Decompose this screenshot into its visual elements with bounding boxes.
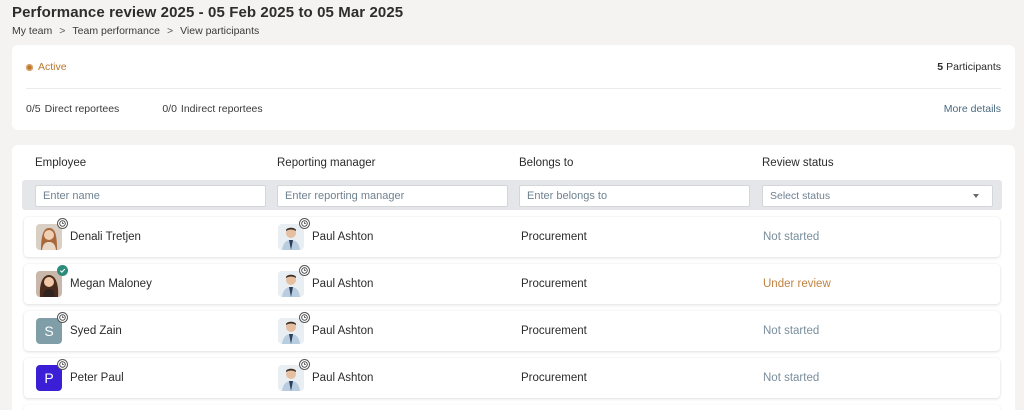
direct-reportees: 0/5 Direct reportees [26, 103, 119, 115]
clock-icon [57, 218, 68, 229]
participants-label: Participants [946, 61, 1001, 73]
avatar: P [36, 359, 68, 391]
indirect-reportees: 0/0 Indirect reportees [162, 103, 262, 115]
belongs-to-cell: Procurement [521, 231, 587, 243]
column-header-belongs-to[interactable]: Belongs to [519, 157, 573, 169]
breadcrumb-my-team[interactable]: My team [12, 25, 52, 37]
employee-name: Megan Maloney [70, 278, 152, 290]
manager-name: Paul Ashton [312, 325, 374, 337]
direct-reportees-label: Direct reportees [44, 103, 120, 115]
summary-card: Active 5 Participants 0/5 Direct reportees… [12, 45, 1015, 130]
review-status: Not started [763, 325, 820, 337]
clock-icon [299, 218, 310, 229]
avatar [278, 359, 310, 391]
chevron-down-icon [973, 194, 979, 198]
breadcrumb-team-performance[interactable]: Team performance [72, 25, 160, 37]
avatar [278, 218, 310, 250]
status-indicator: Active [26, 61, 67, 73]
reportees-summary: 0/5 Direct reportees 0/0 Indirect reportee… [26, 103, 306, 115]
status-label: Active [38, 61, 67, 73]
table-row[interactable]: P Peter Paul Paul Ashton Procurement Not… [24, 358, 1000, 398]
manager-cell: Paul Ashton [278, 358, 373, 398]
column-header-reporting-manager[interactable]: Reporting manager [277, 157, 375, 169]
column-header-review-status[interactable]: Review status [762, 157, 834, 169]
status-dot-icon [26, 63, 33, 71]
employee-cell: Denali Tretjen [36, 217, 141, 257]
status-filter-select[interactable]: Select status [762, 185, 993, 207]
avatar-initial: P [44, 370, 54, 386]
manager-cell: Paul Ashton [278, 217, 373, 257]
clock-icon [299, 265, 310, 276]
name-filter-input[interactable] [35, 185, 266, 207]
table-row[interactable] [24, 405, 1000, 410]
participants-table: Employee Reporting manager Belongs to Re… [12, 145, 1015, 410]
belongs-to-cell: Procurement [521, 278, 587, 290]
belongs-to-filter-input[interactable] [519, 185, 750, 207]
breadcrumb: My team > Team performance > View partic… [12, 25, 259, 37]
employee-name: Peter Paul [70, 372, 124, 384]
clock-icon [57, 312, 68, 323]
clock-icon [299, 359, 310, 370]
table-row[interactable]: Denali Tretjen Paul Ashton Procurement N… [24, 217, 1000, 257]
avatar [36, 265, 68, 297]
breadcrumb-separator: > [166, 25, 174, 37]
direct-reportees-count: 0/5 [26, 103, 41, 115]
filter-bar: Select status [22, 180, 1002, 210]
check-icon [57, 265, 68, 276]
indirect-reportees-count: 0/0 [162, 103, 177, 115]
manager-name: Paul Ashton [312, 278, 374, 290]
manager-name: Paul Ashton [312, 231, 374, 243]
review-status: Not started [763, 231, 820, 243]
employee-cell: P Peter Paul [36, 358, 124, 398]
participants-count: 5 Participants [937, 61, 1001, 73]
status-filter-placeholder: Select status [770, 190, 831, 202]
breadcrumb-view-participants: View participants [180, 25, 260, 37]
employee-name: Syed Zain [70, 325, 122, 337]
avatar [278, 265, 310, 297]
employee-name: Denali Tretjen [70, 231, 141, 243]
avatar [278, 312, 310, 344]
manager-name: Paul Ashton [312, 372, 374, 384]
table-row[interactable]: Megan Maloney Paul Ashton Procurement Un… [24, 264, 1000, 304]
employee-cell: Megan Maloney [36, 264, 152, 304]
avatar: S [36, 312, 68, 344]
belongs-to-cell: Procurement [521, 372, 587, 384]
clock-icon [299, 312, 310, 323]
page-title: Performance review 2025 - 05 Feb 2025 to… [12, 4, 404, 21]
review-status: Not started [763, 372, 820, 384]
avatar-initial: S [44, 323, 54, 339]
manager-filter-input[interactable] [277, 185, 508, 207]
clock-icon [57, 359, 68, 370]
manager-cell: Paul Ashton [278, 264, 373, 304]
manager-cell: Paul Ashton [278, 311, 373, 351]
employee-cell: S Syed Zain [36, 311, 122, 351]
more-details-link[interactable]: More details [944, 103, 1001, 115]
participants-number: 5 [937, 61, 944, 73]
breadcrumb-separator: > [59, 25, 66, 37]
belongs-to-cell: Procurement [521, 325, 587, 337]
divider [26, 88, 1001, 89]
table-header: Employee Reporting manager Belongs to Re… [12, 157, 1015, 171]
avatar [36, 218, 68, 250]
indirect-reportees-label: Indirect reportees [180, 103, 263, 115]
column-header-employee[interactable]: Employee [35, 157, 86, 169]
table-row[interactable]: S Syed Zain Paul Ashton Procurement Not … [24, 311, 1000, 351]
review-status: Under review [763, 278, 831, 290]
